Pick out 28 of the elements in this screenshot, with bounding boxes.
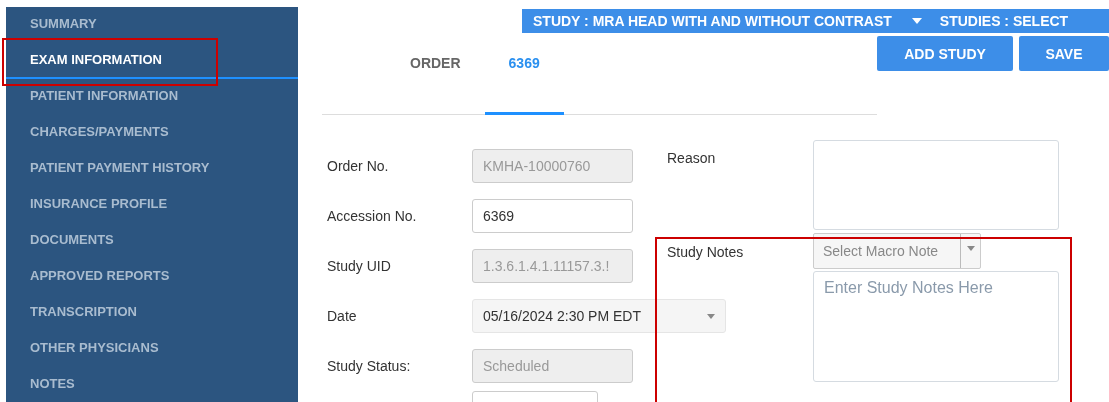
study-notes-field[interactable]: Enter Study Notes Here xyxy=(813,271,1059,382)
action-button[interactable]: SAVE xyxy=(1019,36,1109,71)
sidebar-item[interactable]: EXAM INFORMATION xyxy=(6,43,298,79)
sidebar-item[interactable]: SUMMARY xyxy=(6,7,298,43)
studies-selector[interactable]: STUDIES : SELECT xyxy=(939,13,1069,29)
field-label: Reason xyxy=(667,149,717,166)
macro-note-select[interactable]: Select Macro Note xyxy=(813,233,981,269)
sidebar-item[interactable]: PATIENT INFORMATION xyxy=(6,79,298,115)
tab[interactable]: ORDER xyxy=(386,33,485,115)
tab[interactable]: 6369 xyxy=(484,33,564,115)
study-selector[interactable]: STUDY : MRA HEAD WITH AND WITHOUT CONTRAST xyxy=(533,13,892,29)
field-label: Study Notes xyxy=(667,243,745,260)
input-field[interactable]: 6369 xyxy=(472,199,633,233)
field-label: Study UID xyxy=(327,258,392,274)
date-select[interactable]: 05/16/2024 2:30 PM EDT xyxy=(472,299,726,333)
sidebar-item[interactable]: APPROVED REPORTS xyxy=(6,259,298,295)
sidebar-item[interactable]: OTHER PHYSICIANS xyxy=(6,331,298,367)
sidebar-item[interactable]: DOCUMENTS xyxy=(6,223,298,259)
sidebar-item[interactable]: NOTES xyxy=(6,367,298,402)
field-label: Accession No. xyxy=(327,208,418,224)
field-label: Date xyxy=(327,308,358,324)
sidebar-item[interactable]: PATIENT PAYMENT HISTORY xyxy=(6,151,298,187)
sidebar-item[interactable]: INSURANCE PROFILE xyxy=(6,187,298,223)
sidebar-item[interactable]: TRANSCRIPTION xyxy=(6,295,298,331)
field-label: Study Status: xyxy=(327,358,412,374)
sidebar-item[interactable]: CHARGES/PAYMENTS xyxy=(6,115,298,151)
field-label: Order No. xyxy=(327,158,390,174)
action-button[interactable]: ADD STUDY xyxy=(877,36,1013,71)
